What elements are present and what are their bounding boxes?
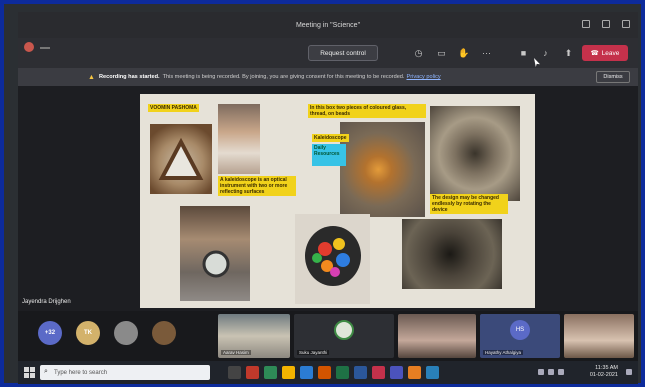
powerpoint-icon[interactable] bbox=[318, 366, 331, 379]
avatar[interactable] bbox=[152, 321, 176, 345]
notifications-icon[interactable] bbox=[626, 369, 632, 375]
avatar bbox=[334, 320, 354, 340]
avatar[interactable]: TK bbox=[76, 321, 100, 345]
request-control-button[interactable]: Request control bbox=[308, 45, 378, 61]
participant-video-tile[interactable]: HS Hayathy Athalgiya bbox=[480, 314, 560, 358]
leave-label: Leave bbox=[601, 49, 620, 57]
dismiss-button[interactable]: Dismiss bbox=[596, 71, 630, 83]
taskbar-search-input[interactable]: ⌕ Type here to search bbox=[40, 365, 210, 380]
menu-dash-icon[interactable] bbox=[40, 47, 50, 49]
clock-date: 01-02-2021 bbox=[589, 372, 618, 378]
monitor-screen: Meeting in "Science" Request control ◷ ▭… bbox=[18, 12, 638, 384]
battery-icon[interactable] bbox=[558, 369, 564, 375]
kaleidoscope-caption: Kaleidoscope bbox=[312, 134, 349, 142]
clock-icon[interactable]: ◷ bbox=[413, 48, 424, 59]
participant-video-tile[interactable]: Aarav Hasim bbox=[218, 314, 290, 358]
avatar: HS bbox=[510, 320, 530, 340]
taskbar-app-icon[interactable] bbox=[246, 366, 259, 379]
design-caption: The design may be changed endlessly by r… bbox=[430, 194, 508, 214]
presenter-name: Jayendra Drijghen bbox=[22, 299, 71, 305]
maximize-icon[interactable] bbox=[602, 20, 610, 28]
colorful-beads-photo bbox=[295, 214, 370, 304]
title-bar: Meeting in "Science" bbox=[18, 12, 638, 38]
bits-caption: In this box two pieces of coloured glass… bbox=[308, 104, 426, 118]
definition-caption: A kaleidoscope is an optical instrument … bbox=[218, 176, 296, 196]
task-view-icon[interactable] bbox=[228, 366, 241, 379]
kaleidoscope-sub-caption: Daily Resources bbox=[312, 144, 346, 166]
kaleidoscope-box-photo bbox=[150, 124, 212, 194]
meeting-toolbar: Request control ◷ ▭ ✋ ··· ■ ♪ ⬆ ☎ Leave bbox=[18, 38, 638, 68]
edge-icon[interactable] bbox=[300, 366, 313, 379]
taskbar-clock[interactable]: 11:35 AM 01-02-2021 bbox=[590, 365, 618, 379]
banner-message: This meeting is being recorded. By joini… bbox=[162, 74, 405, 80]
excel-icon[interactable] bbox=[336, 366, 349, 379]
avatar[interactable] bbox=[114, 321, 138, 345]
participant-video-tile[interactable]: Suku Jayanthi bbox=[294, 314, 394, 358]
colored-bits-photo bbox=[340, 122, 425, 217]
chat-icon[interactable]: ▭ bbox=[436, 48, 447, 59]
camera-icon[interactable]: ■ bbox=[518, 48, 529, 59]
banner-bold-text: Recording has started. bbox=[98, 74, 160, 80]
phone-icon: ☎ bbox=[590, 50, 599, 57]
window-controls bbox=[582, 20, 630, 28]
slide-title-label: VOOMIN PASHOMA bbox=[148, 104, 199, 112]
search-icon: ⌕ bbox=[44, 368, 48, 375]
warning-icon: ▲ bbox=[88, 73, 95, 81]
privacy-policy-link[interactable]: Privacy policy bbox=[406, 74, 440, 80]
search-placeholder: Type here to search bbox=[54, 369, 108, 376]
taskbar-app-icon[interactable] bbox=[372, 366, 385, 379]
beads-shape bbox=[305, 226, 361, 286]
mic-icon[interactable]: ♪ bbox=[540, 48, 551, 59]
network-icon[interactable] bbox=[538, 369, 544, 375]
taskbar-app-icon[interactable] bbox=[264, 366, 277, 379]
teams-icon[interactable] bbox=[390, 366, 403, 379]
clock-time: 11:35 AM bbox=[595, 365, 618, 371]
recording-banner: ▲ Recording has started. This meeting is… bbox=[18, 68, 638, 86]
presentation-slide: VOOMIN PASHOMA In this box two pieces of… bbox=[140, 94, 535, 308]
photo-frame: Meeting in "Science" Request control ◷ ▭… bbox=[0, 0, 645, 387]
raise-hand-icon[interactable]: ✋ bbox=[458, 48, 469, 59]
chrome-icon[interactable] bbox=[282, 366, 295, 379]
more-icon[interactable]: ··· bbox=[481, 48, 492, 59]
child-looking-photo bbox=[180, 206, 250, 301]
windows-start-icon[interactable] bbox=[24, 367, 35, 378]
radial-pattern-photo bbox=[430, 106, 520, 201]
window-title: Meeting in "Science" bbox=[295, 21, 361, 29]
share-icon[interactable]: ⬆ bbox=[563, 48, 574, 59]
lens-shape bbox=[202, 250, 230, 278]
avatar[interactable]: +32 bbox=[38, 321, 62, 345]
shared-screen-stage: VOOMIN PASHOMA In this box two pieces of… bbox=[18, 86, 638, 311]
volume-icon[interactable] bbox=[548, 369, 554, 375]
minimize-icon[interactable] bbox=[582, 20, 590, 28]
leave-button[interactable]: ☎ Leave bbox=[582, 45, 628, 61]
windows-taskbar: ⌕ Type here to search 11:35 AM 01-02-202… bbox=[18, 361, 638, 384]
taskbar-app-icon[interactable] bbox=[426, 366, 439, 379]
student-working-photo bbox=[218, 104, 260, 174]
participant-video-tile[interactable] bbox=[564, 314, 634, 358]
star-pattern-photo bbox=[402, 219, 502, 289]
close-icon[interactable] bbox=[622, 20, 630, 28]
taskbar-app-icon[interactable] bbox=[408, 366, 421, 379]
word-icon[interactable] bbox=[354, 366, 367, 379]
participant-strip: +32 TK Aarav Hasim Suku Jayanthi HS Haya… bbox=[18, 311, 638, 361]
triangle-shape bbox=[158, 137, 204, 180]
participant-video-tile[interactable] bbox=[398, 314, 476, 358]
app-logo-icon bbox=[24, 42, 34, 52]
